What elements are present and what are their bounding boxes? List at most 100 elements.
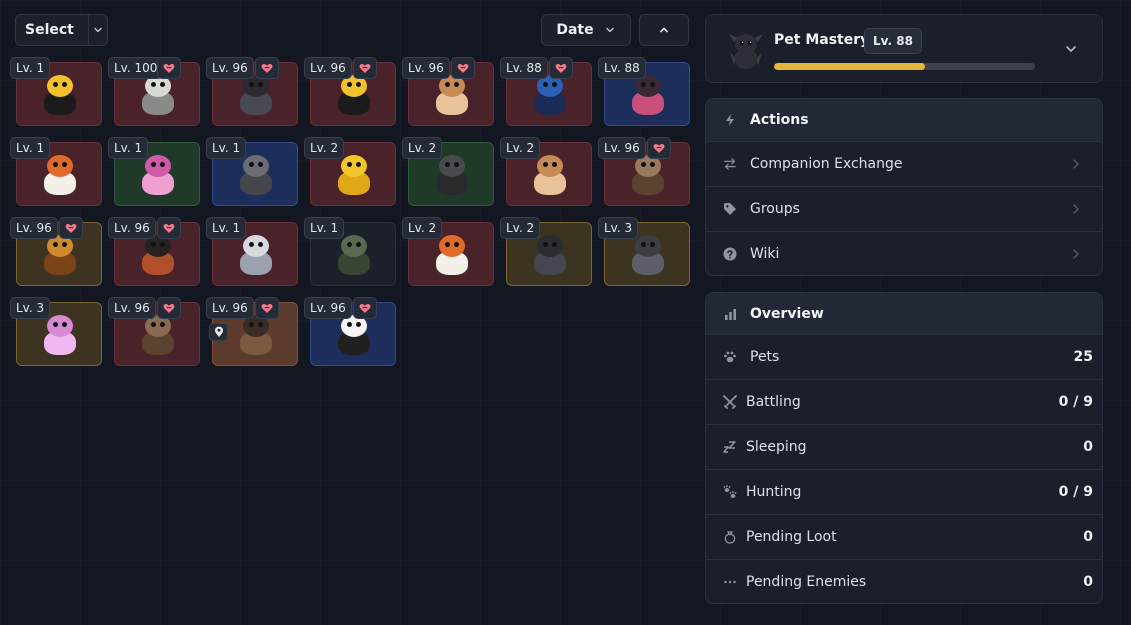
favorite-heart-icon[interactable]: [451, 57, 475, 79]
overview-panel: Overview Pets 25 Battling 0 / 9 Sleeping…: [705, 292, 1103, 604]
pet-card-bee[interactable]: Lv. 1: [10, 57, 102, 126]
fox-sprite: [40, 153, 80, 197]
bull-sprite: [236, 313, 276, 357]
overview-row-pets: Pets 25: [706, 334, 1102, 379]
paws-icon: [723, 485, 737, 499]
pet-level-badge: Lv. 100: [108, 57, 164, 79]
dog-sprite: [432, 153, 472, 197]
action-companion-exchange[interactable]: Companion Exchange: [706, 141, 1102, 186]
overview-label: Pending Loot: [746, 529, 837, 545]
pet-card-skeleton[interactable]: Lv. 100: [108, 57, 200, 126]
dragon-sprite: [138, 153, 178, 197]
action-label: Groups: [750, 201, 800, 217]
pet-card-boar[interactable]: Lv. 88: [598, 57, 690, 126]
pet-card-dragon[interactable]: Lv. 3: [10, 297, 102, 366]
help-icon: [723, 247, 737, 261]
pet-card-dog[interactable]: Lv. 2: [402, 137, 494, 206]
pet-card-fox[interactable]: Lv. 1: [10, 137, 102, 206]
pet-card-chick[interactable]: Lv. 2: [304, 137, 396, 206]
favorite-heart-icon[interactable]: [157, 57, 181, 79]
bee-sprite: [334, 73, 374, 117]
pet-level-badge: Lv. 88: [500, 57, 548, 79]
bar-chart-icon: [723, 307, 737, 321]
favorite-heart-icon[interactable]: [157, 217, 181, 239]
dragon-sprite: [40, 313, 80, 357]
overview-value: 0: [1083, 439, 1093, 455]
overview-title: Overview: [750, 306, 824, 322]
select-label: Select: [16, 15, 89, 45]
jellyfish-sprite: [334, 313, 374, 357]
deer-sprite: [628, 153, 668, 197]
action-wiki[interactable]: Wiki: [706, 231, 1102, 275]
pet-card-wolf[interactable]: Lv. 88: [500, 57, 592, 126]
sort-order-button[interactable]: [639, 14, 689, 46]
pet-card-horse[interactable]: Lv. 1: [206, 137, 298, 206]
pet-level-badge: Lv. 1: [10, 137, 51, 159]
raven-sprite: [138, 233, 178, 277]
favorite-heart-icon[interactable]: [549, 57, 573, 79]
pet-card-bull[interactable]: Lv. 96: [206, 297, 298, 366]
overview-row-hunting: Hunting 0 / 9: [706, 469, 1102, 514]
location-pin-icon: [209, 323, 228, 341]
favorite-heart-icon[interactable]: [157, 297, 181, 319]
pet-level-badge: Lv. 88: [598, 57, 646, 79]
favorite-heart-icon[interactable]: [353, 297, 377, 319]
pet-level-badge: Lv. 96: [206, 57, 254, 79]
deer-sprite: [138, 313, 178, 357]
ellipsis-icon: [723, 575, 737, 589]
select-dropdown[interactable]: Select: [15, 14, 108, 46]
pet-level-badge: Lv. 3: [10, 297, 51, 319]
pet-level-badge: Lv. 1: [304, 217, 345, 239]
pet-card-deer[interactable]: Lv. 96: [598, 137, 690, 206]
favorite-heart-icon[interactable]: [353, 57, 377, 79]
tag-icon: [723, 202, 737, 216]
pet-card-raven[interactable]: Lv. 96: [108, 217, 200, 286]
action-groups[interactable]: Groups: [706, 186, 1102, 231]
paw-icon: [723, 350, 737, 364]
turtle-sprite: [334, 233, 374, 277]
skeleton-sprite: [138, 73, 178, 117]
pet-card-bee[interactable]: Lv. 96: [304, 57, 396, 126]
pet-card-dragon[interactable]: Lv. 2: [500, 217, 592, 286]
pet-card-dragon[interactable]: Lv. 1: [108, 137, 200, 206]
sort-dropdown[interactable]: Date: [541, 14, 631, 46]
pet-level-badge: Lv. 2: [500, 137, 541, 159]
pet-level-badge: Lv. 3: [598, 217, 639, 239]
overview-header: Overview: [706, 293, 1102, 335]
favorite-heart-icon[interactable]: [255, 297, 279, 319]
overview-label: Pets: [750, 349, 780, 365]
pet-card-lion[interactable]: Lv. 96: [10, 217, 102, 286]
rabbit-sprite: [530, 153, 570, 197]
pet-card-cat[interactable]: Lv. 96: [206, 57, 298, 126]
pet-mastery-panel: Pet Mastery Lv. 88: [705, 14, 1103, 83]
pet-level-badge: Lv. 96: [10, 217, 58, 239]
pet-level-badge: Lv. 96: [108, 297, 156, 319]
favorite-heart-icon[interactable]: [255, 57, 279, 79]
pet-card-fox[interactable]: Lv. 2: [402, 217, 494, 286]
pet-card-rabbit[interactable]: Lv. 96: [402, 57, 494, 126]
pet-card-unicorn[interactable]: Lv. 1: [206, 217, 298, 286]
sort-label: Date: [556, 22, 594, 38]
actions-panel: Actions Companion Exchange Groups Wiki: [705, 98, 1103, 276]
swap-icon: [723, 157, 737, 171]
mastery-dragon-avatar: [726, 28, 766, 70]
pet-card-rabbit[interactable]: Lv. 2: [500, 137, 592, 206]
sleep-icon: [723, 440, 737, 454]
overview-value: 0 / 9: [1058, 394, 1093, 410]
pet-level-badge: Lv. 1: [206, 137, 247, 159]
pet-card-turtle[interactable]: Lv. 1: [304, 217, 396, 286]
pet-card-dragon[interactable]: Lv. 3: [598, 217, 690, 286]
overview-row-battling: Battling 0 / 9: [706, 379, 1102, 424]
overview-row-sleeping: Sleeping 0: [706, 424, 1102, 469]
unicorn-sprite: [236, 233, 276, 277]
overview-value: 0: [1083, 529, 1093, 545]
favorite-heart-icon[interactable]: [59, 217, 83, 239]
chevron-right-icon: [1072, 155, 1080, 174]
favorite-heart-icon[interactable]: [647, 137, 671, 159]
pet-card-deer[interactable]: Lv. 96: [108, 297, 200, 366]
overview-label: Hunting: [746, 484, 802, 500]
pet-card-jellyfish[interactable]: Lv. 96: [304, 297, 396, 366]
chevron-down-icon[interactable]: [1064, 41, 1078, 60]
pet-level-badge: Lv. 2: [500, 217, 541, 239]
dragon-sprite: [530, 233, 570, 277]
